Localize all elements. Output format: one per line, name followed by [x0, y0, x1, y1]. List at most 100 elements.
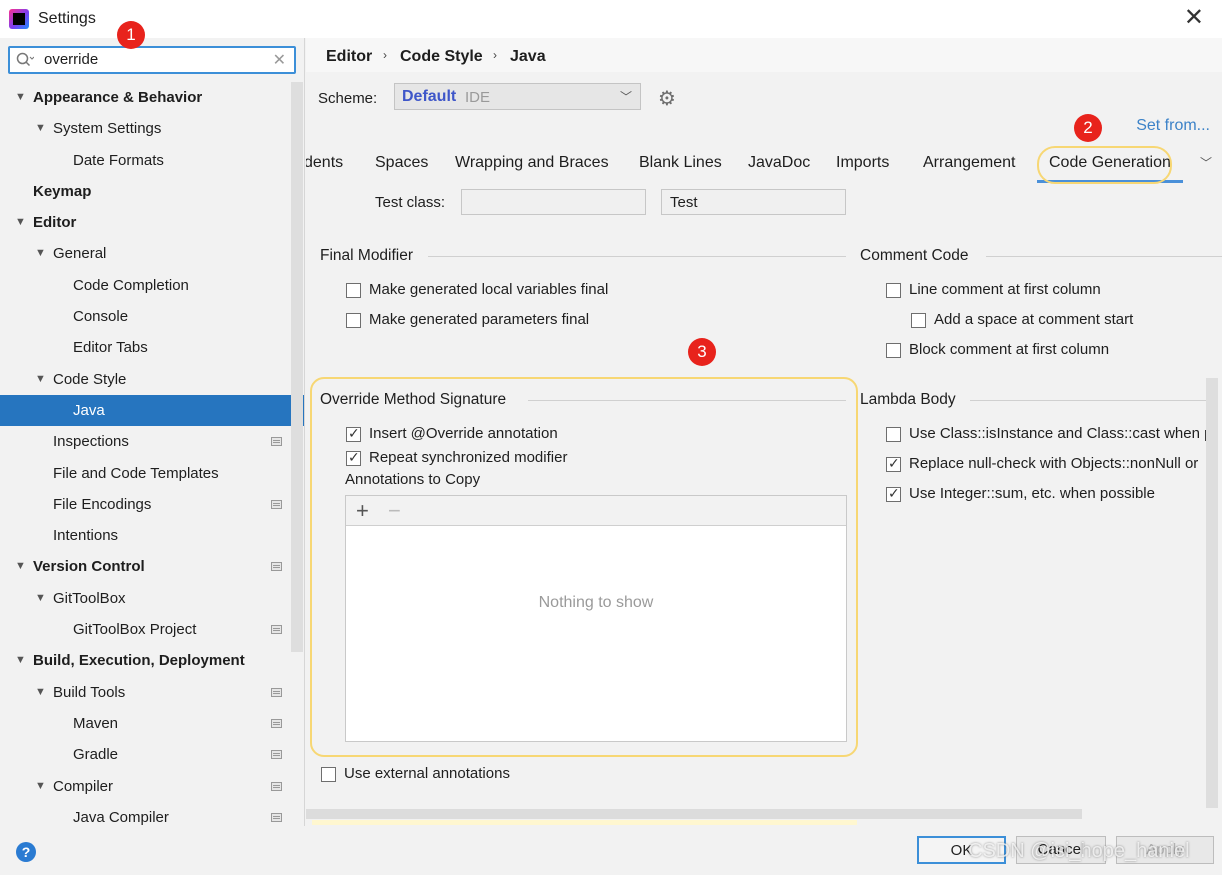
gear-icon[interactable]: ⚙	[658, 86, 676, 111]
sidebar-item[interactable]: ▼ Compiler	[0, 771, 290, 802]
final-modifier-title: Final Modifier	[320, 247, 414, 264]
checkbox-box[interactable]	[886, 427, 901, 442]
sidebar-item-label: System Settings	[53, 120, 162, 138]
close-icon[interactable]: ✕	[1184, 6, 1204, 30]
sidebar-item-label: Editor Tabs	[73, 339, 148, 357]
list-toolbar: + −	[346, 496, 846, 526]
tab-javadoc[interactable]: JavaDoc	[748, 154, 810, 172]
horizontal-scrollbar[interactable]	[306, 809, 1082, 819]
project-level-icon	[271, 718, 282, 728]
sidebar-item[interactable]: Intentions	[0, 520, 290, 551]
sidebar-scrollbar[interactable]	[291, 82, 303, 652]
tab-arrangement[interactable]: Arrangement	[923, 154, 1016, 172]
empty-list-text: Nothing to show	[538, 594, 654, 611]
sidebar-item-label: General	[53, 245, 107, 263]
sidebar-item[interactable]: File Encodings	[0, 489, 290, 520]
tab-indents[interactable]: dents	[306, 154, 343, 172]
test-class-suffix-input[interactable]: Test	[661, 189, 846, 215]
tab-imports[interactable]: Imports	[836, 154, 889, 172]
sidebar-item[interactable]: Maven	[0, 708, 290, 739]
tab-blank-lines[interactable]: Blank Lines	[639, 154, 722, 172]
remove-icon[interactable]: −	[388, 498, 401, 524]
breadcrumb: Editor › Code Style › Java	[306, 38, 1222, 72]
sidebar-item[interactable]: ▼ Code Style	[0, 364, 290, 395]
sidebar-item[interactable]: Inspections	[0, 426, 290, 457]
checkbox-box[interactable]	[886, 343, 901, 358]
sidebar-item[interactable]: File and Code Templates	[0, 458, 290, 489]
sidebar-item[interactable]: Java Compiler	[0, 802, 290, 826]
expand-arrow-icon[interactable]: ▼	[15, 82, 26, 113]
clear-search-icon[interactable]: ✕	[273, 50, 286, 70]
expand-arrow-icon[interactable]: ▼	[15, 551, 26, 582]
annotations-to-copy-list[interactable]: + − Nothing to show	[345, 495, 847, 742]
scheme-label: Scheme:	[318, 90, 378, 107]
expand-arrow-icon[interactable]: ▼	[35, 771, 46, 802]
expand-arrow-icon[interactable]: ▼	[15, 645, 26, 676]
test-class-label: Test class:	[375, 194, 446, 211]
checkbox-box[interactable]	[346, 425, 361, 442]
project-level-icon	[271, 687, 282, 697]
project-level-icon	[271, 625, 282, 635]
sidebar-item[interactable]: ▼ Editor	[0, 207, 290, 238]
project-level-icon	[271, 562, 282, 572]
sidebar-item[interactable]: Keymap	[0, 176, 290, 207]
sidebar-item-label: GitToolBox Project	[73, 621, 197, 639]
sidebar-item[interactable]: Editor Tabs	[0, 332, 290, 363]
divider	[970, 400, 1206, 401]
sidebar-item-label: Appearance & Behavior	[33, 89, 203, 106]
sidebar-item[interactable]: ▼ Appearance & Behavior	[0, 82, 290, 113]
breadcrumb-separator-icon: ›	[493, 48, 497, 62]
annotation-badge: 1	[117, 21, 145, 49]
scheme-select[interactable]: Default IDE ﹀	[394, 83, 641, 110]
sidebar-item[interactable]: ▼ GitToolBox	[0, 583, 290, 614]
sidebar-item[interactable]: ▼ General	[0, 238, 290, 269]
expand-arrow-icon[interactable]: ▼	[15, 207, 26, 238]
breadcrumb-code-style[interactable]: Code Style	[400, 48, 483, 66]
sidebar-item[interactable]: ▼ Build Tools	[0, 677, 290, 708]
tab-highlight	[1037, 146, 1172, 184]
expand-arrow-icon[interactable]: ▼	[35, 364, 46, 395]
sidebar-item[interactable]: Code Completion	[0, 270, 290, 301]
checkbox-box[interactable]	[346, 283, 361, 298]
checkbox-box[interactable]	[321, 767, 336, 782]
expand-arrow-icon[interactable]: ▼	[35, 113, 46, 144]
chevron-down-icon[interactable]: ﹀	[1200, 154, 1212, 171]
vertical-scrollbar[interactable]	[1206, 378, 1218, 808]
checkbox-box[interactable]	[911, 313, 926, 328]
set-from-link[interactable]: Set from...	[1136, 117, 1210, 135]
checkbox-box[interactable]	[886, 485, 901, 502]
checkbox-box[interactable]	[346, 449, 361, 466]
expand-arrow-icon[interactable]: ▼	[35, 677, 46, 708]
sidebar-item[interactable]: ▼ Build, Execution, Deployment	[0, 645, 290, 676]
expand-arrow-icon[interactable]: ▼	[35, 238, 46, 269]
checkbox-box[interactable]	[886, 283, 901, 298]
sidebar-item[interactable]: GitToolBox Project	[0, 614, 290, 645]
sidebar-item[interactable]: Java	[0, 394, 304, 427]
expand-arrow-icon[interactable]: ▼	[35, 583, 46, 614]
add-icon[interactable]: +	[356, 498, 369, 524]
sidebar-item-label: Inspections	[53, 433, 129, 451]
sidebar-item-label: Java	[73, 401, 105, 419]
divider	[428, 256, 846, 257]
sidebar-item[interactable]: ▼ System Settings	[0, 113, 290, 144]
checkbox-box[interactable]	[346, 313, 361, 328]
sidebar-item-label: GitToolBox	[53, 589, 126, 607]
search-field[interactable]: override ✕	[8, 46, 296, 74]
lambda-body-title: Lambda Body	[860, 391, 956, 408]
search-input[interactable]: override	[44, 51, 98, 68]
project-level-icon	[271, 812, 282, 822]
sidebar-item[interactable]: ▼ Version Control	[0, 551, 290, 582]
sidebar-item[interactable]: Console	[0, 301, 290, 332]
help-icon[interactable]: ?	[16, 842, 36, 862]
sidebar-item-label: Editor	[33, 214, 77, 232]
tab-wrapping-and-braces[interactable]: Wrapping and Braces	[455, 154, 609, 172]
title-bar: Settings ✕	[0, 0, 1222, 38]
sidebar-item[interactable]: Gradle	[0, 739, 290, 770]
tab-spaces[interactable]: Spaces	[375, 154, 428, 172]
sidebar-item-label: Compiler	[53, 777, 114, 795]
checkbox-box[interactable]	[886, 455, 901, 472]
breadcrumb-editor[interactable]: Editor	[326, 48, 372, 66]
test-class-prefix-input[interactable]	[461, 189, 646, 215]
breadcrumb-java[interactable]: Java	[510, 48, 546, 66]
sidebar-item[interactable]: Date Formats	[0, 145, 290, 176]
